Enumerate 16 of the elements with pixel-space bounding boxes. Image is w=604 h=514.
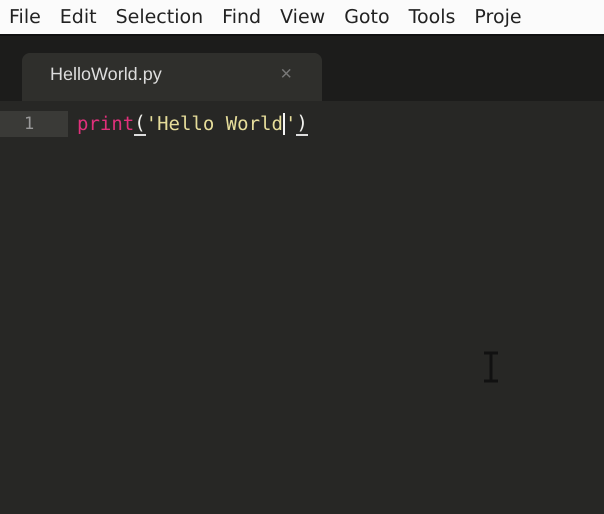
- text-caret: [282, 113, 285, 135]
- bracket: ): [296, 112, 308, 136]
- menu-item[interactable]: Proje: [474, 6, 522, 28]
- menu-item[interactable]: Find: [222, 6, 262, 28]
- function-name: print: [77, 113, 134, 135]
- string-literal: 'Hello World: [146, 113, 283, 135]
- menu-item[interactable]: Edit: [60, 6, 97, 28]
- menu-item[interactable]: Tools: [408, 6, 456, 28]
- line-number: 1: [0, 111, 68, 137]
- bracket: (: [134, 112, 146, 136]
- menu-item[interactable]: Selection: [116, 6, 204, 28]
- editor-tab[interactable]: HelloWorld.py ×: [22, 53, 322, 101]
- menu-item[interactable]: View: [280, 6, 326, 28]
- menu-item[interactable]: File: [9, 6, 41, 28]
- menu-item[interactable]: Goto: [344, 6, 390, 28]
- string-literal: ': [284, 113, 296, 135]
